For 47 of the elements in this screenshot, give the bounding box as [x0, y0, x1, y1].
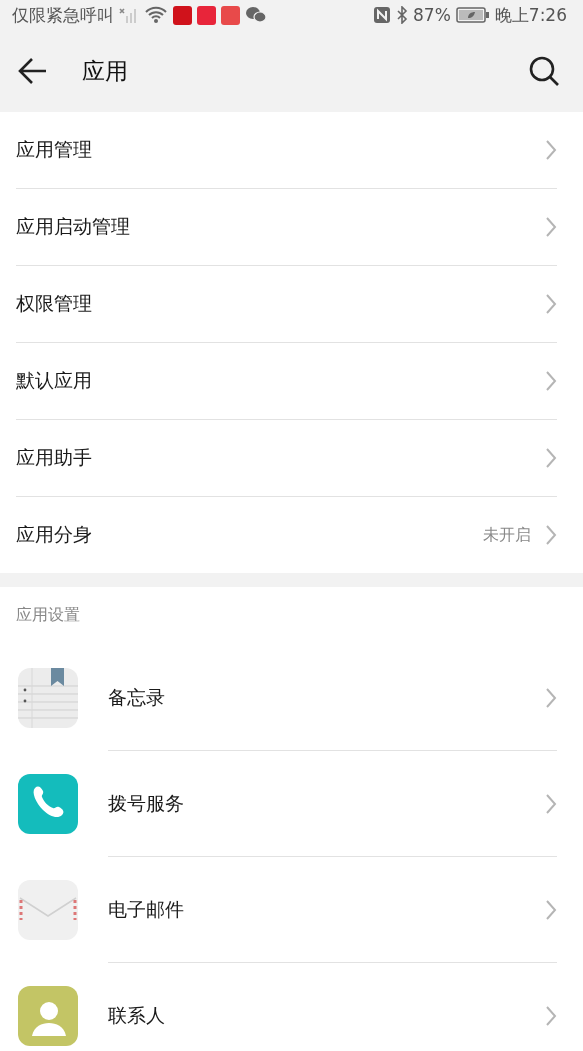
menu-item[interactable]: 权限管理	[16, 266, 557, 343]
menu-label: 默认应用	[16, 368, 93, 393]
menu-item[interactable]: 应用启动管理	[16, 189, 557, 266]
chevron-icon	[545, 524, 557, 546]
app-name: 拨号服务	[108, 790, 185, 816]
page-title: 应用	[82, 56, 128, 86]
carrier-text: 仅限紧急呼叫	[12, 3, 114, 27]
chevron-icon	[545, 293, 557, 315]
bluetooth-icon	[396, 6, 408, 24]
nfc-icon	[373, 6, 391, 24]
chevron-icon	[545, 139, 557, 161]
app-item[interactable]: 联系人	[0, 963, 583, 1051]
app-item[interactable]: 电子邮件	[0, 857, 583, 963]
menu-item[interactable]: 应用助手	[16, 420, 557, 497]
app-name: 联系人	[108, 1002, 166, 1028]
envelope-icon	[18, 880, 78, 940]
chevron-icon	[545, 216, 557, 238]
app-item[interactable]: 拨号服务	[0, 751, 583, 857]
chevron-icon	[545, 370, 557, 392]
contact-icon	[18, 986, 78, 1046]
menu-item[interactable]: 默认应用	[16, 343, 557, 420]
chevron-icon	[545, 792, 557, 815]
menu-item[interactable]: 应用管理	[16, 112, 557, 189]
search-button[interactable]	[527, 54, 561, 88]
chevron-icon	[545, 898, 557, 921]
menu-value: 未开启	[483, 524, 531, 546]
signal-icon	[119, 6, 139, 24]
wifi-icon	[144, 6, 168, 24]
menu-label: 应用启动管理	[16, 214, 131, 239]
menu-item[interactable]: 应用分身 未开启	[16, 497, 557, 573]
chat-icon	[245, 6, 267, 24]
menu-label: 权限管理	[16, 291, 93, 316]
battery-percent: 87%	[413, 5, 451, 25]
app-name: 备忘录	[108, 684, 166, 710]
battery-icon	[455, 6, 490, 24]
menu-label: 应用分身	[16, 522, 93, 547]
app-name: 电子邮件	[108, 896, 185, 922]
menu-label: 应用助手	[16, 445, 93, 470]
clock: 晚上7:26	[494, 3, 567, 27]
menu-label: 应用管理	[16, 137, 93, 162]
chevron-icon	[545, 1004, 557, 1027]
phone-icon	[18, 774, 78, 834]
section-title: 应用设置	[15, 605, 81, 626]
chevron-icon	[545, 447, 557, 469]
notepad-icon	[18, 668, 78, 728]
app-item[interactable]: 备忘录	[0, 645, 583, 751]
chevron-icon	[545, 686, 557, 709]
